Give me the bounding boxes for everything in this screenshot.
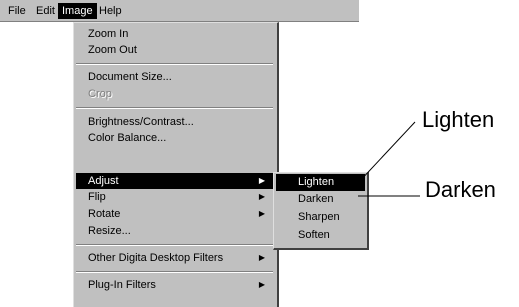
submenu-arrow-icon: ▶ <box>258 253 265 262</box>
menu-item-rotate-label: Rotate <box>88 208 121 220</box>
menu-item-adjust[interactable]: Adjust ▶ <box>76 173 275 189</box>
menu-item-flip[interactable]: Flip ▶ <box>76 189 275 205</box>
submenu-item-darken[interactable]: Darken <box>276 191 365 208</box>
menu-separator <box>76 107 273 109</box>
menu-separator <box>76 271 273 273</box>
menu-image[interactable]: Image <box>58 3 97 19</box>
menu-item-zoom-out[interactable]: Zoom Out <box>76 42 275 58</box>
menu-item-plugin-filters[interactable]: Plug-In Filters ▶ <box>76 277 275 293</box>
submenu-arrow-icon: ▶ <box>258 280 265 289</box>
menu-separator <box>76 63 273 65</box>
adjust-submenu: Lighten Darken Sharpen Soften <box>273 172 369 250</box>
callout-darken: Darken <box>425 177 496 202</box>
menu-item-zoom-in[interactable]: Zoom In <box>76 26 275 42</box>
menu-item-color-balance[interactable]: Color Balance... <box>76 130 275 146</box>
submenu-arrow-icon: ▶ <box>258 192 265 201</box>
menu-edit[interactable]: Edit <box>32 3 59 19</box>
submenu-item-sharpen[interactable]: Sharpen <box>276 209 365 226</box>
menu-item-rotate[interactable]: Rotate ▶ <box>76 206 275 222</box>
menu-separator <box>76 244 273 246</box>
submenu-item-soften[interactable]: Soften <box>276 227 365 244</box>
submenu-item-lighten[interactable]: Lighten <box>276 174 365 191</box>
menu-item-resize[interactable]: Resize... <box>76 223 275 239</box>
submenu-arrow-icon: ▶ <box>258 176 265 185</box>
menu-bar: File Edit Image Help <box>0 0 359 22</box>
menu-file[interactable]: File <box>4 3 30 19</box>
menu-help[interactable]: Help <box>95 3 126 19</box>
submenu-arrow-icon: ▶ <box>258 209 265 218</box>
menu-item-document-size[interactable]: Document Size... <box>76 69 275 85</box>
menu-item-other-filters[interactable]: Other Digita Desktop Filters ▶ <box>76 250 275 266</box>
menu-item-brightness-contrast[interactable]: Brightness/Contrast... <box>76 114 275 130</box>
menu-item-crop: Crop <box>88 88 112 100</box>
callout-lighten: Lighten <box>422 107 495 132</box>
menu-item-adjust-label: Adjust <box>88 175 119 187</box>
menu-item-plugin-filters-label: Plug-In Filters <box>88 279 156 291</box>
menu-item-other-filters-label: Other Digita Desktop Filters <box>88 252 224 264</box>
menu-item-flip-label: Flip <box>88 191 106 203</box>
image-menu-dropdown: Zoom In Zoom Out Document Size... Crop B… <box>73 22 279 307</box>
